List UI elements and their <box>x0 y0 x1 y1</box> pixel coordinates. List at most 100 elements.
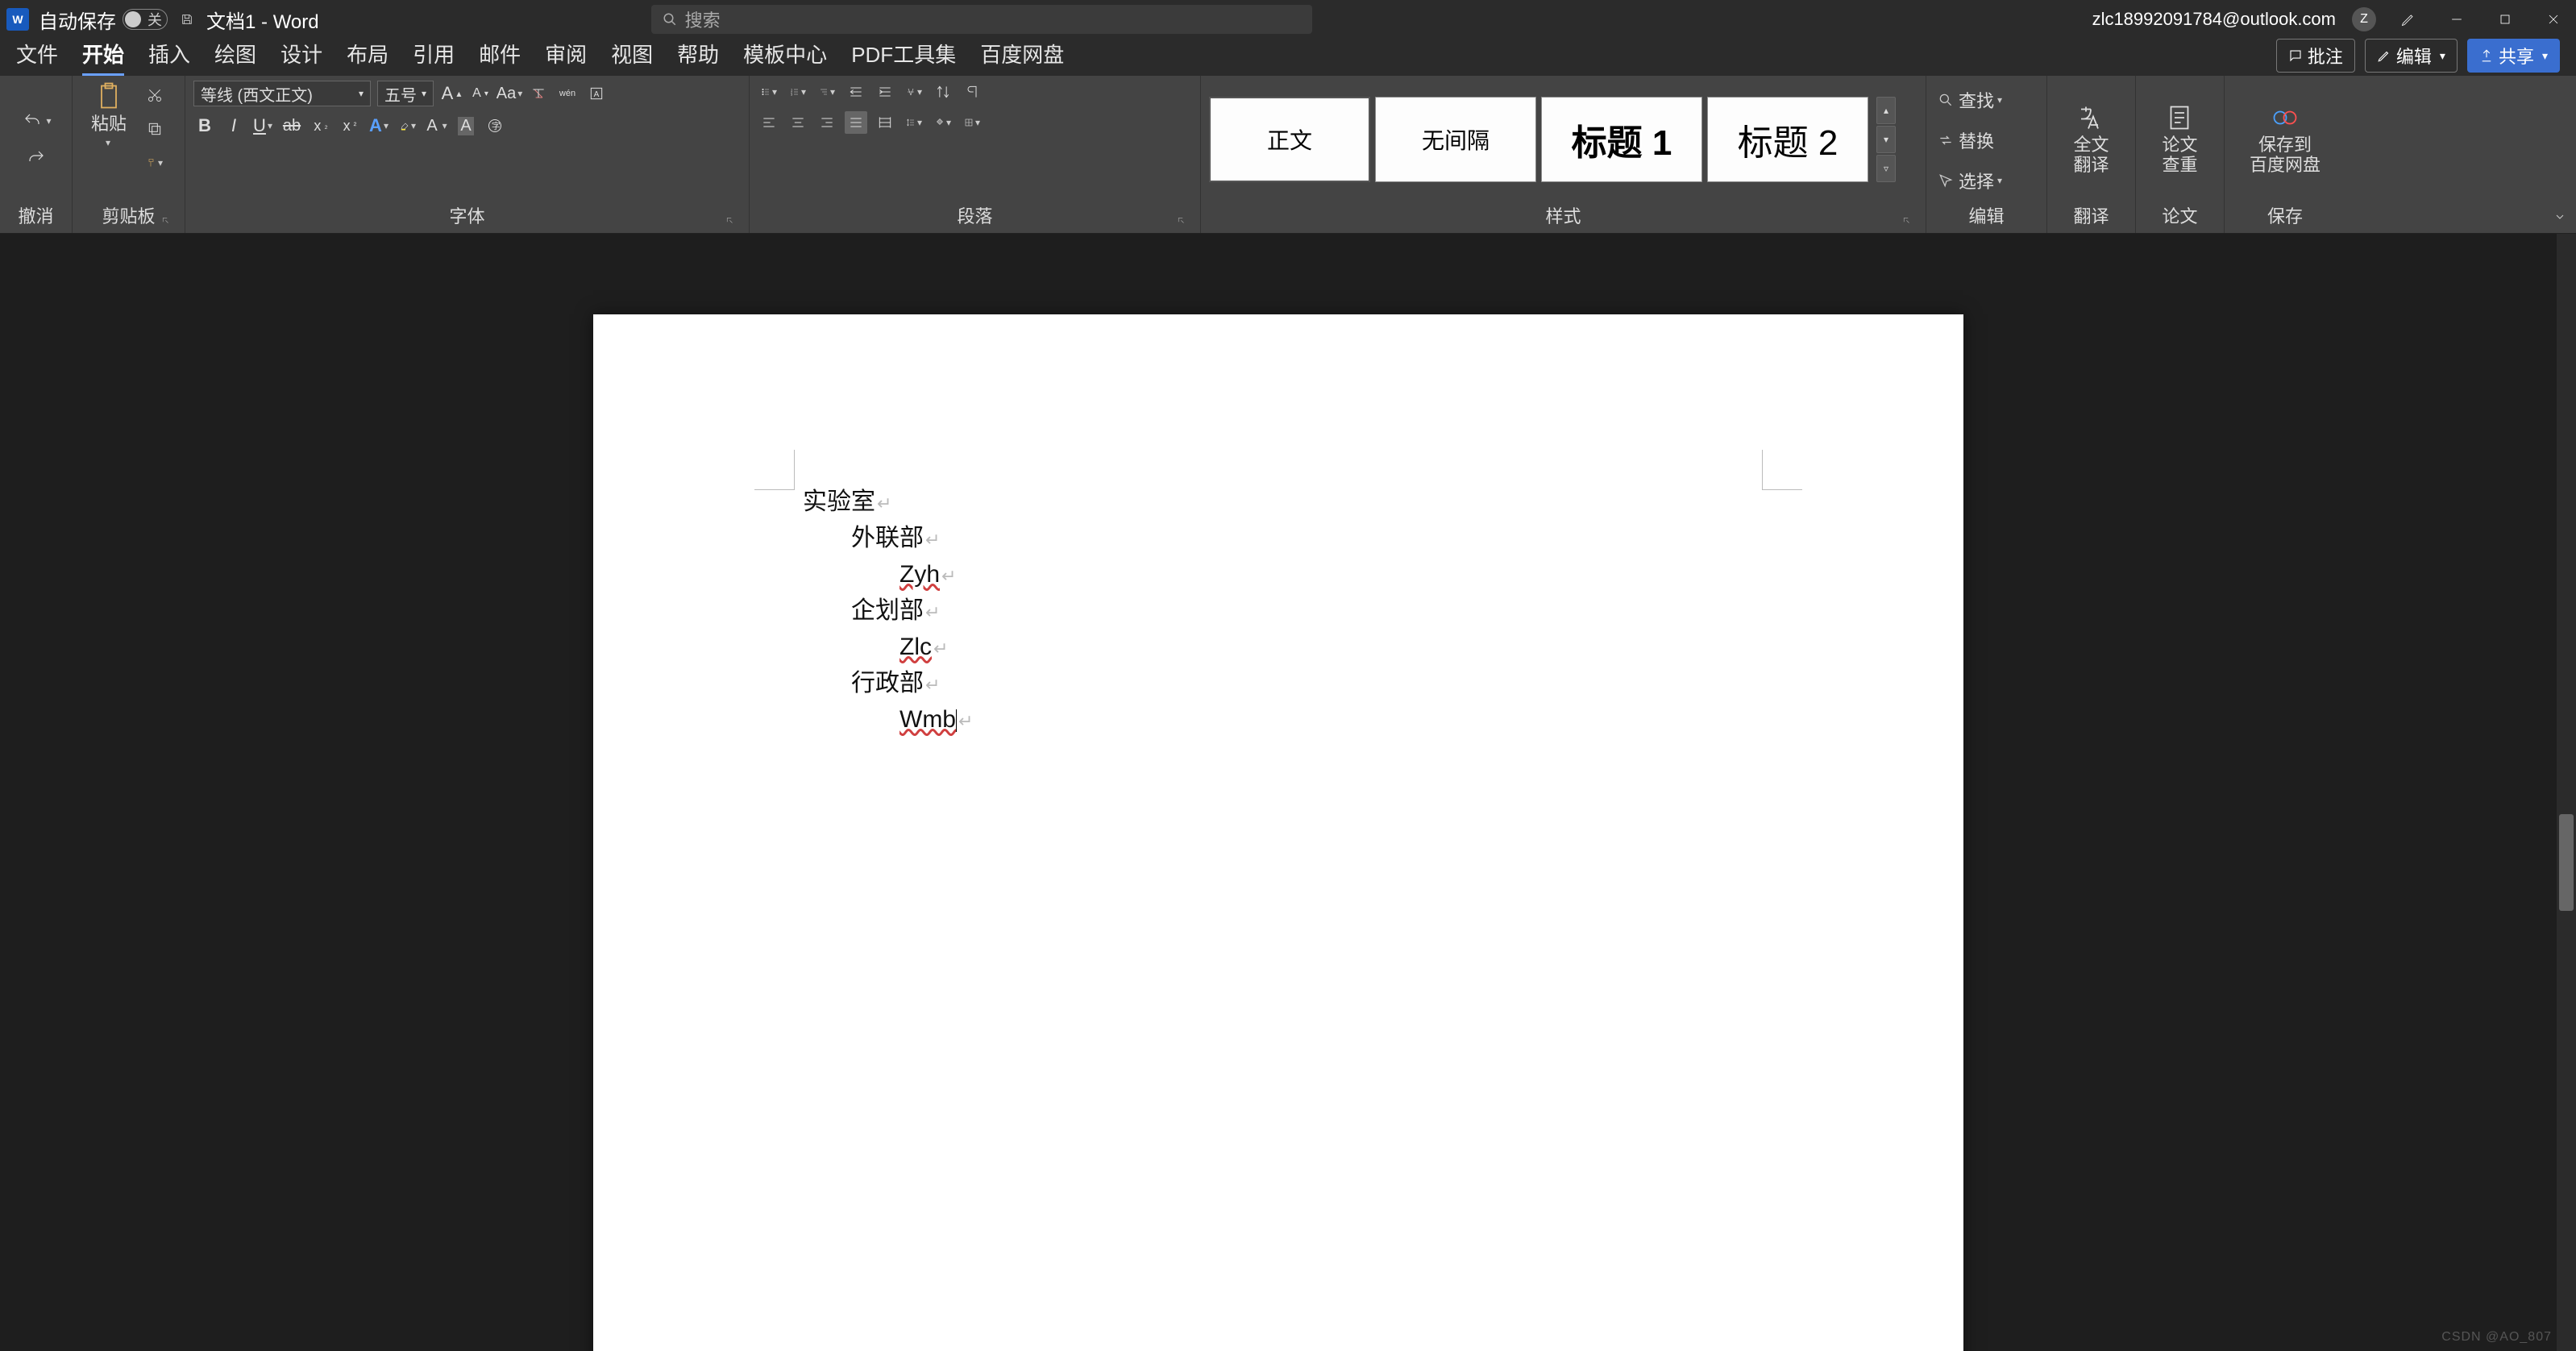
underline-button[interactable]: U▾ <box>251 114 274 137</box>
tab-PDF工具集[interactable]: PDF工具集 <box>851 39 956 76</box>
document-page[interactable]: 实验室↵外联部↵Zyh↵企划部↵Zlc↵行政部↵Wmb↵ <box>593 314 1963 1351</box>
show-marks-button[interactable] <box>961 81 983 103</box>
change-case-button[interactable]: Aa▾ <box>498 82 521 105</box>
editing-mode-button[interactable]: 编辑 ▾ <box>2365 39 2458 73</box>
sort-button[interactable] <box>932 81 954 103</box>
styles-expand[interactable]: ▿ <box>1876 155 1896 182</box>
document-content[interactable]: 实验室↵外联部↵Zyh↵企划部↵Zlc↵行政部↵Wmb↵ <box>803 484 973 738</box>
doc-line[interactable]: Zlc↵ <box>803 629 973 665</box>
align-center-button[interactable] <box>787 111 809 134</box>
style-nospacing[interactable]: 无间隔 <box>1375 97 1536 182</box>
tab-帮助[interactable]: 帮助 <box>677 39 719 76</box>
character-border-button[interactable]: A <box>585 82 608 105</box>
comments-button[interactable]: 批注 <box>2276 39 2355 73</box>
tab-布局[interactable]: 布局 <box>347 39 388 76</box>
highlight-button[interactable]: ▾ <box>397 114 419 137</box>
asian-layout-button[interactable]: ▾ <box>903 81 925 103</box>
multilevel-list-button[interactable]: ▾ <box>816 81 838 103</box>
search-box[interactable]: 搜索 <box>651 5 1312 34</box>
full-translate-button[interactable]: 全文 翻译 <box>2070 102 2112 176</box>
editing-group-label: 编辑 <box>1934 197 2038 233</box>
clipboard-launcher[interactable] <box>159 214 173 228</box>
style-heading2[interactable]: 标题 2 <box>1707 97 1868 182</box>
tab-视图[interactable]: 视图 <box>611 39 653 76</box>
line-spacing-button[interactable]: ▾ <box>903 111 925 134</box>
close-button[interactable] <box>2537 3 2570 35</box>
character-shading-button[interactable]: A <box>455 114 477 137</box>
redo-button[interactable] <box>21 147 52 169</box>
pen-icon[interactable] <box>2392 3 2424 35</box>
font-name-select[interactable]: 等线 (西文正文)▾ <box>193 81 371 106</box>
increase-indent-button[interactable] <box>874 81 896 103</box>
distribute-button[interactable] <box>874 111 896 134</box>
save-baidu-button[interactable]: 保存到 百度网盘 <box>2246 102 2324 176</box>
cut-button[interactable] <box>143 84 166 106</box>
numbering-button[interactable]: 123▾ <box>787 81 809 103</box>
styles-scroll-up[interactable]: ▴ <box>1876 97 1896 124</box>
paragraph-launcher[interactable] <box>1174 214 1189 228</box>
borders-button[interactable]: ▾ <box>961 111 983 134</box>
format-painter-button[interactable]: ▾ <box>143 152 166 174</box>
enclose-char-button[interactable]: 字 <box>484 114 506 137</box>
doc-line[interactable]: Zyh↵ <box>803 556 973 592</box>
tab-模板中心[interactable]: 模板中心 <box>743 39 827 76</box>
undo-button[interactable]: ▾ <box>17 110 54 132</box>
clear-format-button[interactable] <box>527 82 550 105</box>
superscript-button[interactable]: x² <box>339 114 361 137</box>
minimize-button[interactable] <box>2441 3 2473 35</box>
doc-line[interactable]: 外联部↵ <box>803 520 973 556</box>
tab-文件[interactable]: 文件 <box>16 39 58 76</box>
decrease-font-button[interactable]: A▾ <box>469 82 492 105</box>
clipboard-group-label: 剪贴板 <box>81 197 177 233</box>
save-button[interactable] <box>177 10 197 29</box>
subscript-button[interactable]: x₂ <box>310 114 332 137</box>
paste-button[interactable]: 粘贴 ▾ <box>81 81 137 197</box>
collapse-ribbon-button[interactable] <box>2550 207 2570 227</box>
font-launcher[interactable] <box>723 214 737 228</box>
find-button[interactable]: 查找▾ <box>1934 85 2038 114</box>
tab-百度网盘[interactable]: 百度网盘 <box>980 39 1064 76</box>
tab-设计[interactable]: 设计 <box>280 39 322 76</box>
font-size-select[interactable]: 五号▾ <box>377 81 434 106</box>
scrollbar-thumb[interactable] <box>2559 814 2574 911</box>
doc-line[interactable]: 行政部↵ <box>803 665 973 701</box>
bullets-button[interactable]: ▾ <box>758 81 780 103</box>
tab-引用[interactable]: 引用 <box>413 39 455 76</box>
paper-check-button[interactable]: 论文 查重 <box>2158 102 2200 176</box>
shading-button[interactable]: ▾ <box>932 111 954 134</box>
select-button[interactable]: 选择▾ <box>1934 166 2038 195</box>
word-app-icon: W <box>6 8 29 31</box>
styles-launcher[interactable] <box>1900 214 1914 228</box>
decrease-indent-button[interactable] <box>845 81 867 103</box>
tab-开始[interactable]: 开始 <box>82 39 124 76</box>
style-heading1[interactable]: 标题 1 <box>1541 97 1702 182</box>
bold-button[interactable]: B <box>193 114 216 137</box>
font-color-button[interactable]: A▾ <box>426 114 448 137</box>
replace-button[interactable]: 替换 <box>1934 126 2038 155</box>
autosave-toggle[interactable]: 关 <box>123 9 168 30</box>
doc-line[interactable]: 实验室↵ <box>803 484 973 520</box>
share-button[interactable]: 共享 ▾ <box>2467 39 2560 73</box>
justify-button[interactable] <box>845 111 867 134</box>
tab-绘图[interactable]: 绘图 <box>214 39 256 76</box>
user-avatar[interactable]: Z <box>2352 7 2376 31</box>
style-normal[interactable]: 正文 <box>1209 97 1370 182</box>
tab-审阅[interactable]: 审阅 <box>545 39 587 76</box>
copy-button[interactable] <box>143 118 166 140</box>
increase-font-button[interactable]: A▴ <box>440 82 463 105</box>
vertical-scrollbar[interactable] <box>2557 234 2576 1351</box>
user-email[interactable]: zlc18992091784@outlook.com <box>2092 9 2336 30</box>
document-area[interactable]: 实验室↵外联部↵Zyh↵企划部↵Zlc↵行政部↵Wmb↵ <box>0 234 2557 1351</box>
doc-line[interactable]: Wmb↵ <box>803 701 973 738</box>
maximize-button[interactable] <box>2489 3 2521 35</box>
tab-邮件[interactable]: 邮件 <box>479 39 521 76</box>
tab-插入[interactable]: 插入 <box>148 39 190 76</box>
strikethrough-button[interactable]: ab <box>280 114 303 137</box>
doc-line[interactable]: 企划部↵ <box>803 592 973 629</box>
styles-scroll-down[interactable]: ▾ <box>1876 126 1896 153</box>
italic-button[interactable]: I <box>222 114 245 137</box>
align-right-button[interactable] <box>816 111 838 134</box>
align-left-button[interactable] <box>758 111 780 134</box>
phonetic-guide-button[interactable]: wén <box>556 82 579 105</box>
text-effects-button[interactable]: A▾ <box>368 114 390 137</box>
